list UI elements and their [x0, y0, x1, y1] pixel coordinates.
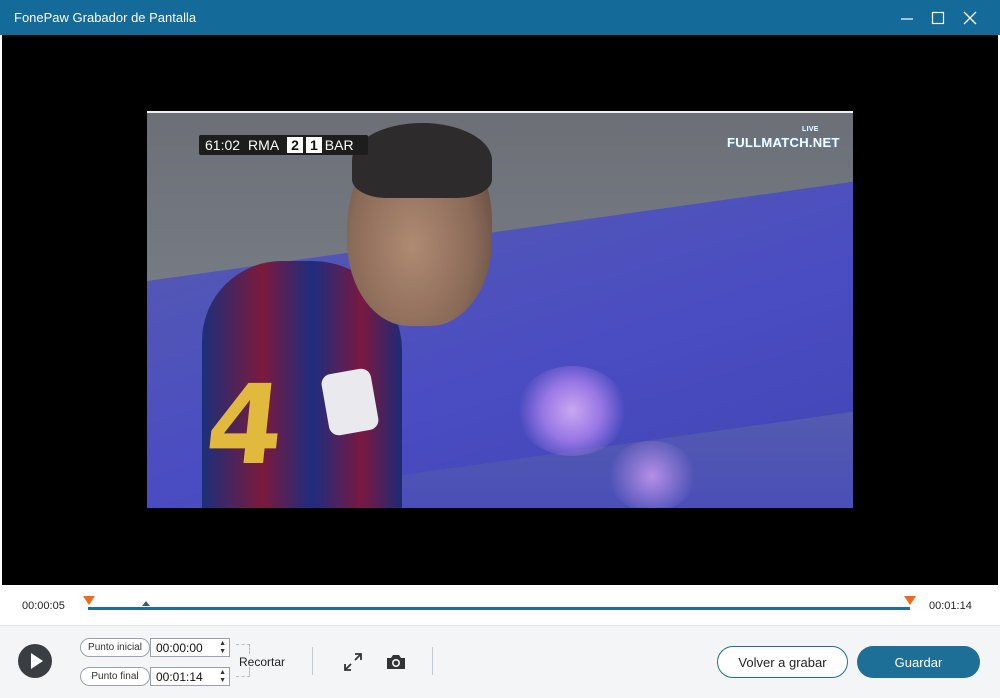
timeline-bar: 00:00:05 00:01:14 [0, 585, 1000, 625]
watermark-text: FULLMATCH.NET [727, 135, 840, 150]
end-point-label: Punto final [80, 667, 150, 686]
title-bar: FonePaw Grabador de Pantalla [0, 0, 1000, 35]
divider [312, 647, 313, 675]
match-clock: 61:02 [205, 137, 241, 153]
expand-icon [344, 653, 362, 671]
away-score: 1 [305, 137, 322, 153]
fullscreen-button[interactable] [342, 652, 364, 672]
watermark-live-badge: LIVE [802, 126, 819, 133]
save-button[interactable]: Guardar [857, 646, 980, 678]
maximize-icon [931, 11, 945, 24]
end-point-stepper-icon[interactable]: ▲ ▼ [219, 669, 226, 685]
video-light-glow [607, 441, 697, 508]
close-button[interactable] [953, 0, 987, 35]
end-marker[interactable] [904, 596, 916, 605]
divider [432, 647, 433, 675]
home-team: RMA [248, 137, 280, 153]
start-point-label: Punto inicial [80, 638, 150, 657]
footballer-hair [352, 123, 492, 198]
maximize-button[interactable] [921, 0, 955, 35]
minimize-button[interactable] [890, 0, 924, 35]
end-point-input[interactable]: 00:01:14 ▲ ▼ [150, 667, 230, 686]
away-team: BAR [324, 137, 354, 153]
start-point-value: 00:00:00 [156, 640, 203, 655]
window-title: FonePaw Grabador de Pantalla [14, 10, 197, 25]
minimize-icon [901, 17, 913, 20]
start-point-input[interactable]: 00:00:00 ▲ ▼ [150, 638, 230, 657]
play-button[interactable] [18, 644, 52, 678]
scoreboard-overlay: 61:02 RMA 2 1 BAR [199, 135, 368, 155]
end-time: 00:01:14 [929, 600, 972, 612]
shirt-number: 4 [200, 361, 291, 489]
league-badge [319, 367, 381, 437]
video-frame[interactable]: 4 61:02 RMA 2 1 BAR FULLMATCH.NET LIVE [147, 111, 853, 508]
close-icon [963, 11, 977, 24]
video-player[interactable]: 4 61:02 RMA 2 1 BAR FULLMATCH.NET LIVE [2, 35, 998, 585]
control-panel: Punto inicial 00:00:00 ▲ ▼ Punto final 00… [0, 625, 1000, 698]
trim-button[interactable]: Recortar [239, 655, 285, 669]
video-light-glow [517, 366, 627, 456]
playhead-indicator[interactable] [141, 601, 150, 606]
snapshot-button[interactable] [385, 652, 407, 672]
play-icon [30, 653, 43, 669]
redo-recording-button[interactable]: Volver a grabar [717, 646, 848, 678]
home-score: 2 [287, 137, 303, 153]
trim-bracket-top [236, 644, 250, 654]
timeline-track[interactable] [88, 607, 910, 610]
video-watermark: FULLMATCH.NET LIVE [727, 126, 840, 150]
end-point-value: 00:01:14 [156, 669, 203, 684]
camera-icon [387, 655, 405, 669]
start-marker[interactable] [83, 596, 95, 605]
start-point-stepper-icon[interactable]: ▲ ▼ [219, 640, 226, 656]
current-time: 00:00:05 [22, 600, 65, 612]
